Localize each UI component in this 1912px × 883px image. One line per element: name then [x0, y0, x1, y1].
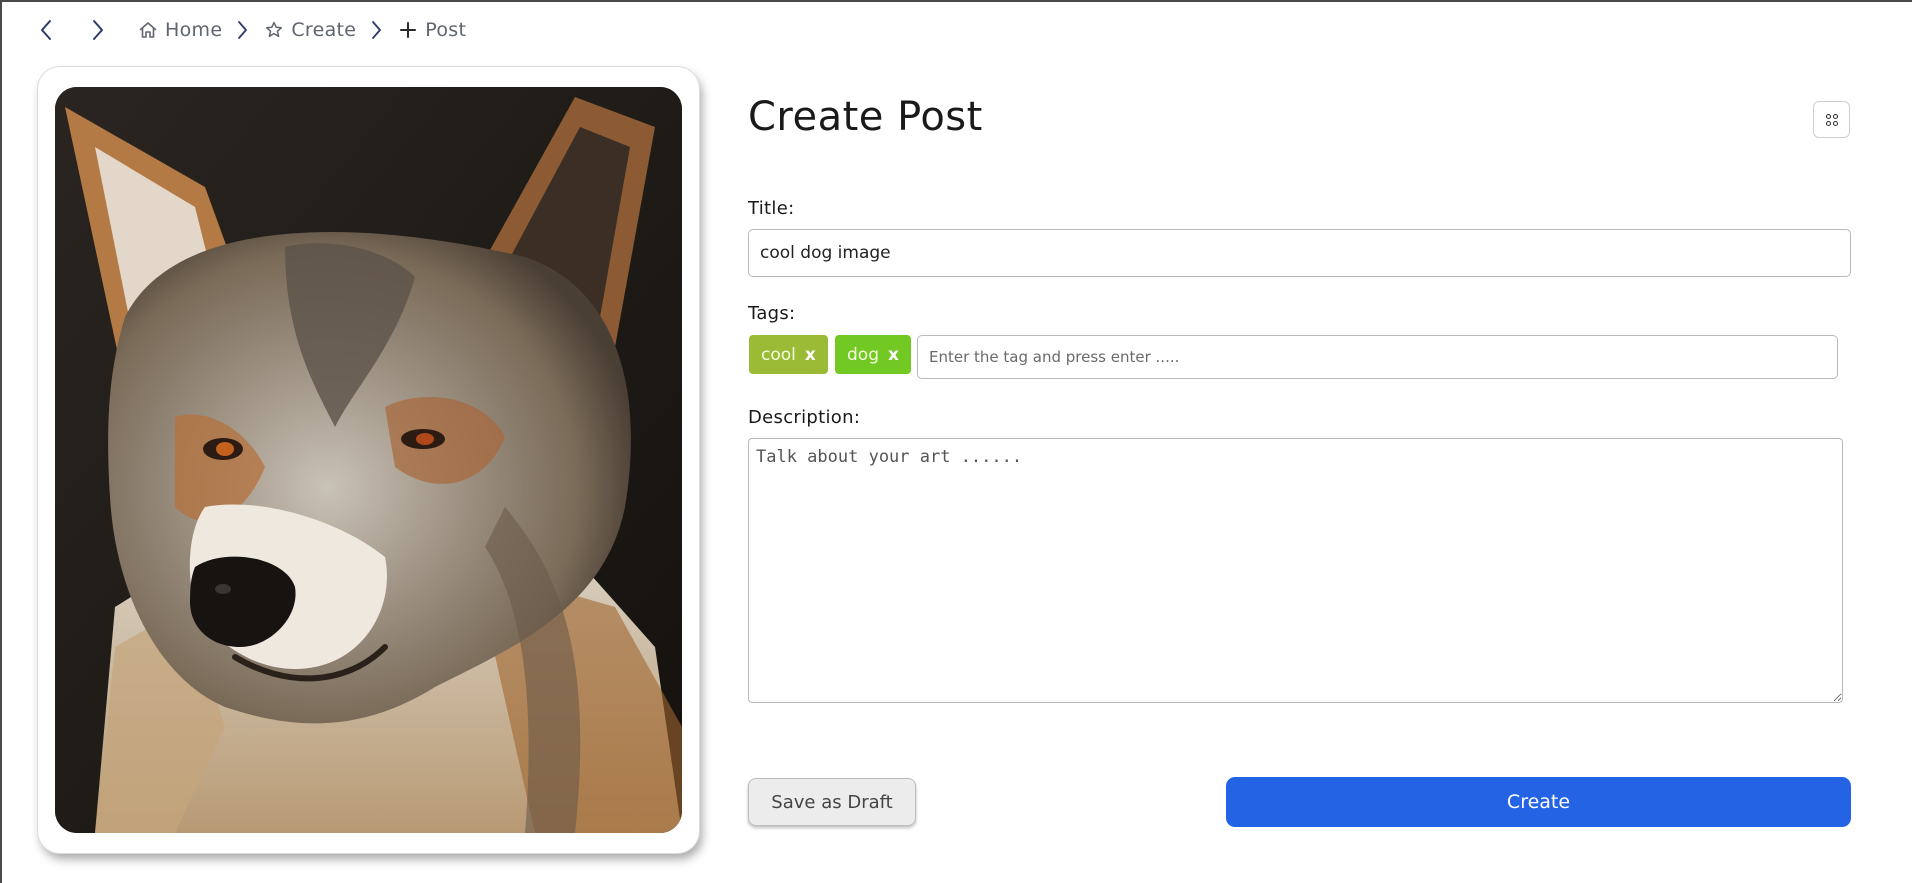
chevron-right-icon	[372, 21, 382, 39]
breadcrumb-separator	[370, 20, 382, 40]
tag-input[interactable]	[917, 335, 1838, 379]
chevron-right-icon	[238, 21, 248, 39]
tags-label: Tags:	[748, 303, 796, 324]
chevron-right-icon	[93, 20, 103, 40]
tag-chip: cool x	[749, 335, 828, 374]
breadcrumb-home-label: Home	[165, 19, 223, 41]
options-button[interactable]	[1813, 101, 1850, 138]
remove-tag-button[interactable]: x	[888, 345, 899, 365]
title-input[interactable]	[748, 229, 1851, 277]
artwork-image[interactable]	[55, 87, 682, 833]
breadcrumb-create[interactable]: Create	[264, 19, 356, 41]
tag-chip: dog x	[835, 335, 911, 374]
star-icon	[266, 21, 283, 38]
create-button[interactable]: Create	[1226, 777, 1851, 827]
breadcrumb-separator	[236, 20, 248, 40]
description-textarea[interactable]	[748, 438, 1843, 703]
image-preview-card	[38, 67, 699, 853]
grid-dots-icon	[1825, 113, 1838, 126]
breadcrumb-post-label: Post	[425, 19, 467, 41]
home-icon	[139, 22, 157, 38]
breadcrumb-home[interactable]: Home	[138, 19, 222, 41]
tag-label: dog	[847, 344, 879, 365]
back-button[interactable]	[36, 17, 56, 43]
title-label: Title:	[748, 198, 795, 219]
page-title: Create Post	[748, 94, 983, 140]
save-draft-button[interactable]: Save as Draft	[748, 778, 916, 826]
forward-button[interactable]	[88, 17, 108, 43]
plus-icon	[400, 22, 417, 38]
remove-tag-button[interactable]: x	[805, 345, 816, 365]
description-label: Description:	[748, 407, 861, 428]
chevron-left-icon	[41, 20, 51, 40]
wolf-image	[55, 87, 682, 833]
breadcrumb-post[interactable]: Post	[398, 19, 466, 41]
breadcrumb: Home Create Post	[36, 14, 466, 46]
tag-label: cool	[761, 344, 796, 365]
breadcrumb-create-label: Create	[291, 19, 357, 41]
